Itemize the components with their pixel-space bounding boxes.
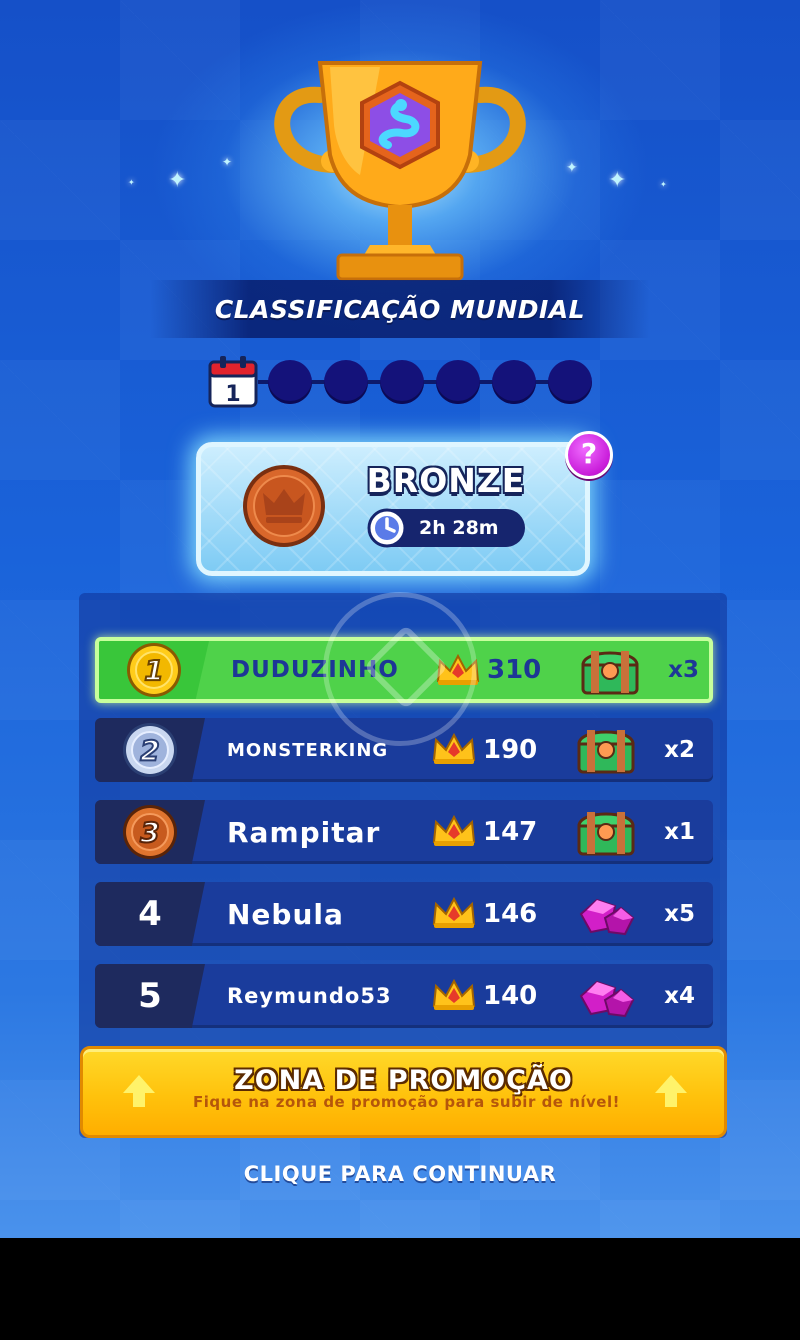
gem-icon xyxy=(579,898,635,936)
calendar-icon: 1 xyxy=(208,356,258,408)
leaderboard-row[interactable]: 2 MONSTERKING 190 x2 xyxy=(95,718,713,782)
sparkle-icon: ✦ xyxy=(128,178,135,187)
chest-icon xyxy=(577,730,635,774)
current-day-number: 1 xyxy=(225,382,240,407)
page-title: CLASSIFICAÇÃO MUNDIAL xyxy=(214,294,586,324)
rank-cell: 2 xyxy=(95,718,205,782)
rank-cell: 3 xyxy=(95,800,205,864)
player-score: 146 xyxy=(483,899,538,929)
sparkle-icon: ✦ xyxy=(222,155,233,169)
rank-number: 3 xyxy=(140,816,159,849)
reward-count: x5 xyxy=(664,901,695,927)
reward-count: x2 xyxy=(664,737,695,763)
sparkle-icon: ✦ xyxy=(168,168,187,193)
bottom-black-bar xyxy=(0,1238,800,1340)
crown-icon xyxy=(436,653,480,685)
day-tracker: 1 xyxy=(208,356,598,408)
crown-icon xyxy=(432,896,476,928)
sparkle-icon: ✦ xyxy=(608,168,627,193)
leaderboard-row[interactable]: 5 Reymundo53 140 x4 xyxy=(95,964,713,1028)
day-dot xyxy=(548,360,592,404)
player-score: 147 xyxy=(483,817,538,847)
rank-number: 1 xyxy=(144,654,163,687)
league-name: BRONZE xyxy=(366,461,526,500)
reward-count: x4 xyxy=(664,983,695,1009)
bronze-medal-icon: 3 xyxy=(123,805,177,859)
clock-icon xyxy=(367,508,407,548)
day-dot xyxy=(380,360,424,404)
player-score: 140 xyxy=(483,981,538,1011)
rank-number: 4 xyxy=(138,894,162,934)
bronze-league-icon xyxy=(243,465,325,547)
game-screen[interactable]: ✦ ✦ ✦ ✦ ✦ ✦ CLASSIFICAÇÃO MUNDIAL 1 BRON… xyxy=(0,0,800,1238)
rank-number: 2 xyxy=(140,734,159,767)
reward-count: x3 xyxy=(668,657,699,683)
crown-icon xyxy=(432,978,476,1010)
day-dot xyxy=(324,360,368,404)
player-name: MONSTERKING xyxy=(227,739,389,761)
silver-medal-icon: 2 xyxy=(123,723,177,777)
chest-icon xyxy=(577,812,635,856)
sparkle-icon: ✦ xyxy=(566,160,578,176)
leaderboard-row[interactable]: 3 Rampitar 147 x1 xyxy=(95,800,713,864)
crown-icon xyxy=(432,732,476,764)
help-button[interactable]: ? xyxy=(565,431,613,479)
league-card: BRONZE 2h 28m ? xyxy=(196,431,613,576)
rank-cell: 4 xyxy=(95,882,205,946)
gold-medal-icon: 1 xyxy=(127,643,181,697)
player-name: Rampitar xyxy=(227,815,381,849)
day-dot xyxy=(436,360,480,404)
chest-icon xyxy=(581,651,639,695)
promotion-subtitle: Fique na zona de promoção para subir de … xyxy=(193,1093,620,1111)
reward-count: x1 xyxy=(664,819,695,845)
time-left: 2h 28m xyxy=(419,517,499,539)
player-score: 190 xyxy=(483,735,538,765)
continue-button[interactable]: CLIQUE PARA CONTINUAR xyxy=(0,1162,800,1186)
day-dot xyxy=(268,360,312,404)
crown-icon xyxy=(432,814,476,846)
trophy-icon xyxy=(274,61,526,281)
leaderboard-row[interactable]: 4 Nebula 146 x5 xyxy=(95,882,713,946)
day-dot xyxy=(492,360,536,404)
leaderboard-row-self[interactable]: 1 DUDUZINHO 310 x3 xyxy=(95,637,713,703)
gem-icon xyxy=(579,980,635,1018)
league-timer: 2h 28m xyxy=(367,508,525,548)
title-ribbon: CLASSIFICAÇÃO MUNDIAL xyxy=(150,280,650,338)
rank-cell: 1 xyxy=(99,641,209,699)
player-name: DUDUZINHO xyxy=(231,657,399,683)
sparkle-icon: ✦ xyxy=(660,180,667,189)
rank-cell: 5 xyxy=(95,964,205,1028)
player-name: Nebula xyxy=(227,897,344,931)
player-name: Reymundo53 xyxy=(227,984,392,1008)
player-score: 310 xyxy=(487,655,542,685)
rank-number: 5 xyxy=(138,976,162,1016)
promotion-zone-banner: ZONA DE PROMOÇÃO Fique na zona de promoç… xyxy=(80,1046,727,1138)
